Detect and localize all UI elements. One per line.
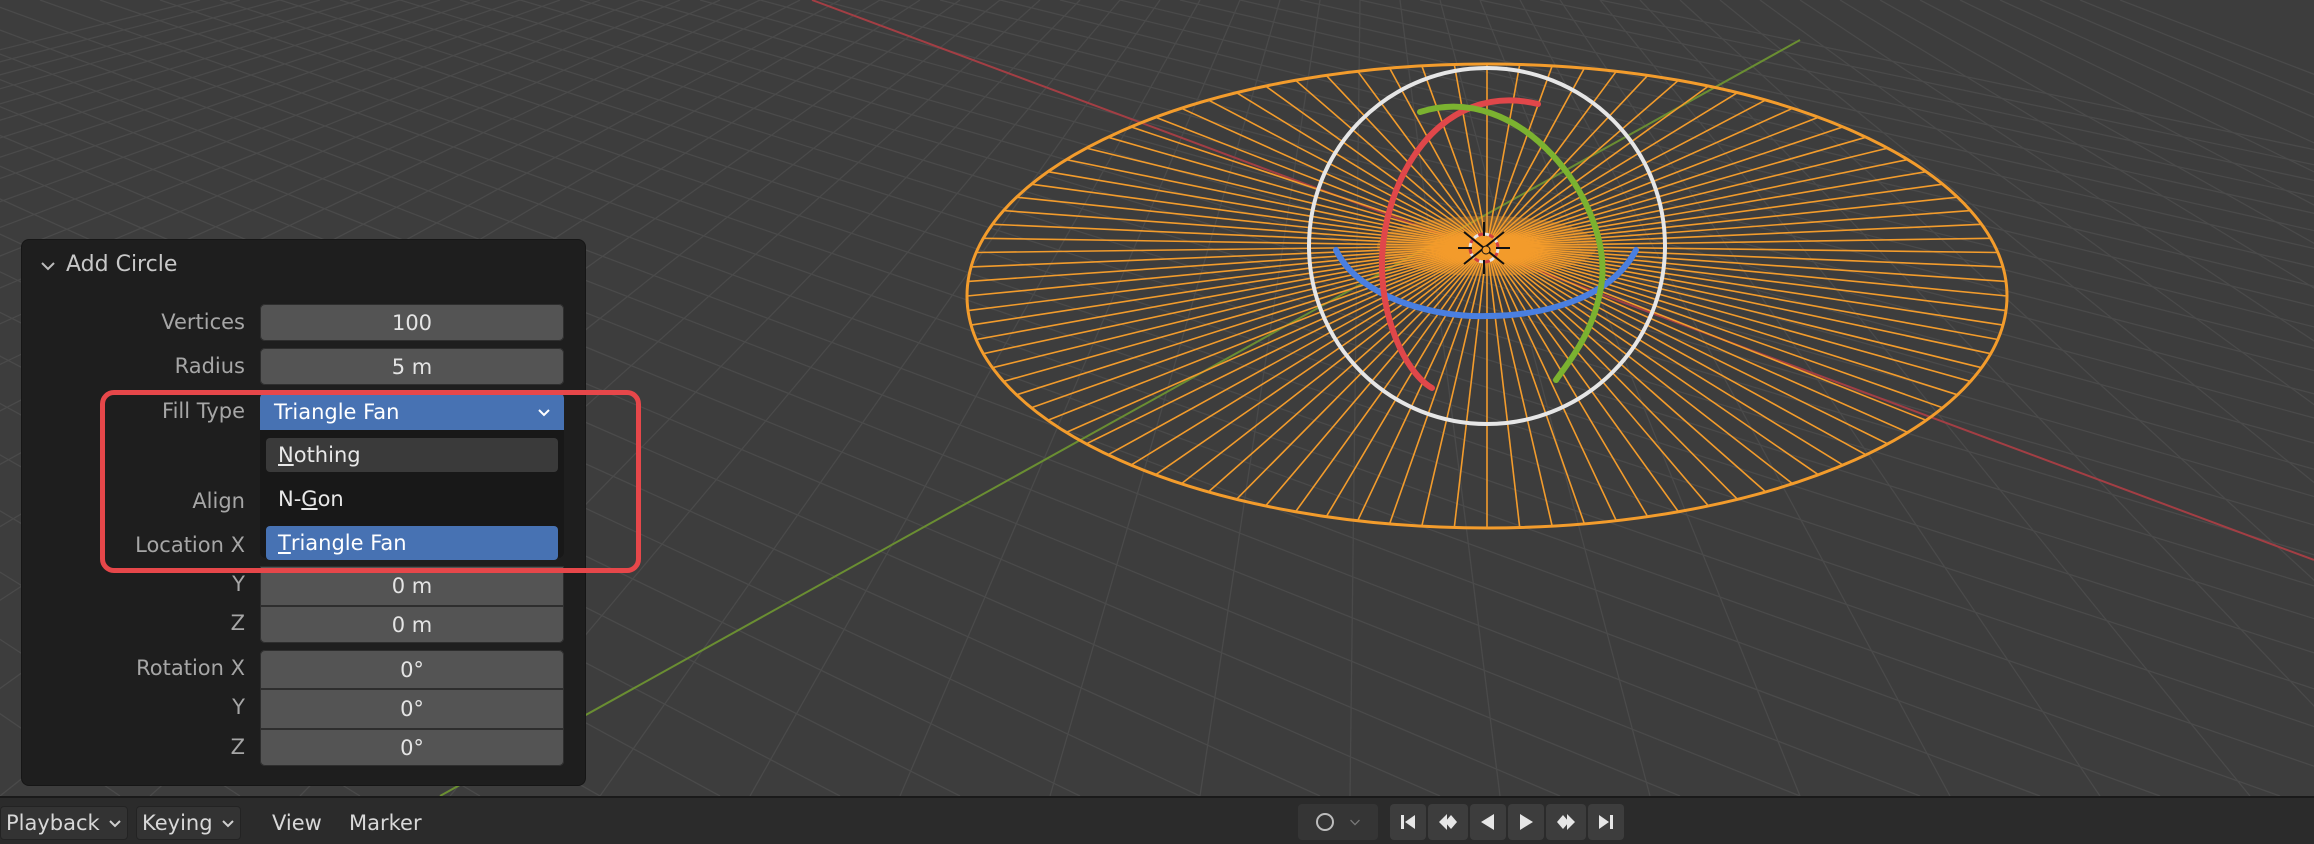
play-icon (1520, 814, 1533, 830)
prev-keyframe-button[interactable] (1428, 804, 1468, 840)
vertices-field[interactable]: 100 (260, 304, 564, 341)
play-button[interactable] (1508, 804, 1544, 840)
panel-title: Add Circle (66, 252, 178, 277)
dropdown-arrow-icon (538, 409, 550, 417)
panel-header[interactable]: Add Circle (22, 240, 585, 290)
option-mnemonic: N (278, 443, 294, 467)
option-prefix: N- (278, 487, 302, 511)
next-keyframe-button[interactable] (1546, 804, 1586, 840)
fill-type-value: Triangle Fan (274, 399, 400, 424)
prev-keyframe-icon (1439, 814, 1457, 830)
option-mnemonic: G (301, 487, 318, 511)
object-origin (1481, 245, 1491, 255)
grid-line (1479, 0, 1801, 796)
marker-menu[interactable]: Marker (349, 806, 422, 840)
option-text: on (317, 487, 344, 511)
record-icon (1316, 813, 1334, 831)
grid-line (1999, 0, 2314, 144)
keying-menu[interactable]: Keying (136, 806, 241, 840)
grid-line (1839, 0, 2314, 289)
chevron-down-icon[interactable] (38, 256, 58, 276)
fill-type-label: Fill Type (162, 399, 245, 423)
option-text: othing (293, 443, 361, 467)
grid-line (1599, 0, 2251, 796)
timeline-header: Playback Keying View Marker (0, 796, 2314, 844)
play-reverse-icon (1481, 814, 1494, 830)
chevron-down-icon (1350, 819, 1360, 826)
grid-line (599, 0, 1161, 796)
fan-edge (1180, 245, 1488, 485)
rotation-x-label: Rotation X (136, 656, 245, 680)
align-label: Align (192, 489, 245, 513)
grid-line (279, 0, 2314, 654)
chevron-down-icon (221, 820, 234, 828)
location-y-label: Y (232, 572, 245, 596)
fill-type-dropdown: Nothing N- Gon Triangle Fan (260, 430, 564, 560)
grid-line (1639, 0, 2314, 707)
location-y-field[interactable]: 0 m (260, 566, 564, 606)
play-reverse-button[interactable] (1470, 804, 1506, 840)
jump-end-icon (1599, 815, 1613, 829)
grid-line (1179, 0, 2314, 268)
option-text: riangle Fan (290, 531, 407, 555)
fan-edge (1453, 245, 1488, 528)
rotation-z-field[interactable]: 0° (260, 729, 564, 766)
playback-menu[interactable]: Playback (0, 806, 128, 840)
grid-line (1199, 0, 1321, 796)
location-z-field[interactable]: 0 m (260, 606, 564, 643)
adjust-last-operation-panel: Add Circle Vertices 100 Radius 5 m Fill … (22, 240, 585, 785)
grid-line (1119, 0, 2314, 287)
marker-menu-label: Marker (349, 811, 422, 835)
grid-line (2039, 0, 2314, 118)
chevron-down-icon (108, 820, 121, 828)
radius-field[interactable]: 5 m (260, 348, 564, 385)
jump-to-end-button[interactable] (1588, 804, 1624, 840)
rotation-y-field[interactable]: 0° (260, 689, 564, 729)
grid-line (1719, 0, 2314, 484)
location-z-label: Z (230, 611, 245, 635)
rotation-z-label: Z (230, 735, 245, 759)
grid-line (1479, 0, 2314, 182)
fill-option-ngon[interactable]: N- Gon (266, 482, 558, 516)
rotation-y-label: Y (232, 695, 245, 719)
fill-option-triangle-fan[interactable]: Triangle Fan (266, 526, 558, 560)
option-mnemonic: T (278, 531, 291, 555)
grid-line (819, 0, 2314, 395)
auto-keying-toggle[interactable] (1298, 804, 1378, 840)
vertices-label: Vertices (161, 310, 245, 334)
grid-line (1959, 0, 2314, 173)
circle-mesh-triangle-fan[interactable] (966, 64, 2008, 528)
rotation-x-field[interactable]: 0° (260, 650, 564, 689)
view-menu[interactable]: View (272, 806, 322, 840)
keying-menu-label: Keying (142, 811, 213, 835)
jump-start-icon (1401, 815, 1415, 829)
fill-option-nothing[interactable]: Nothing (266, 438, 558, 472)
grid-line (759, 0, 2314, 419)
location-x-label: Location X (135, 533, 245, 557)
radius-label: Radius (174, 354, 245, 378)
grid-line (1679, 0, 2314, 581)
fill-type-select[interactable]: Triangle Fan (260, 393, 564, 430)
fan-edge (1486, 245, 1794, 485)
next-keyframe-icon (1557, 814, 1575, 830)
view-menu-label: View (272, 811, 322, 835)
y-axis-line (439, 39, 1801, 796)
jump-to-start-button[interactable] (1390, 804, 1426, 840)
playback-menu-label: Playback (6, 811, 100, 835)
grid-line (339, 0, 2314, 620)
